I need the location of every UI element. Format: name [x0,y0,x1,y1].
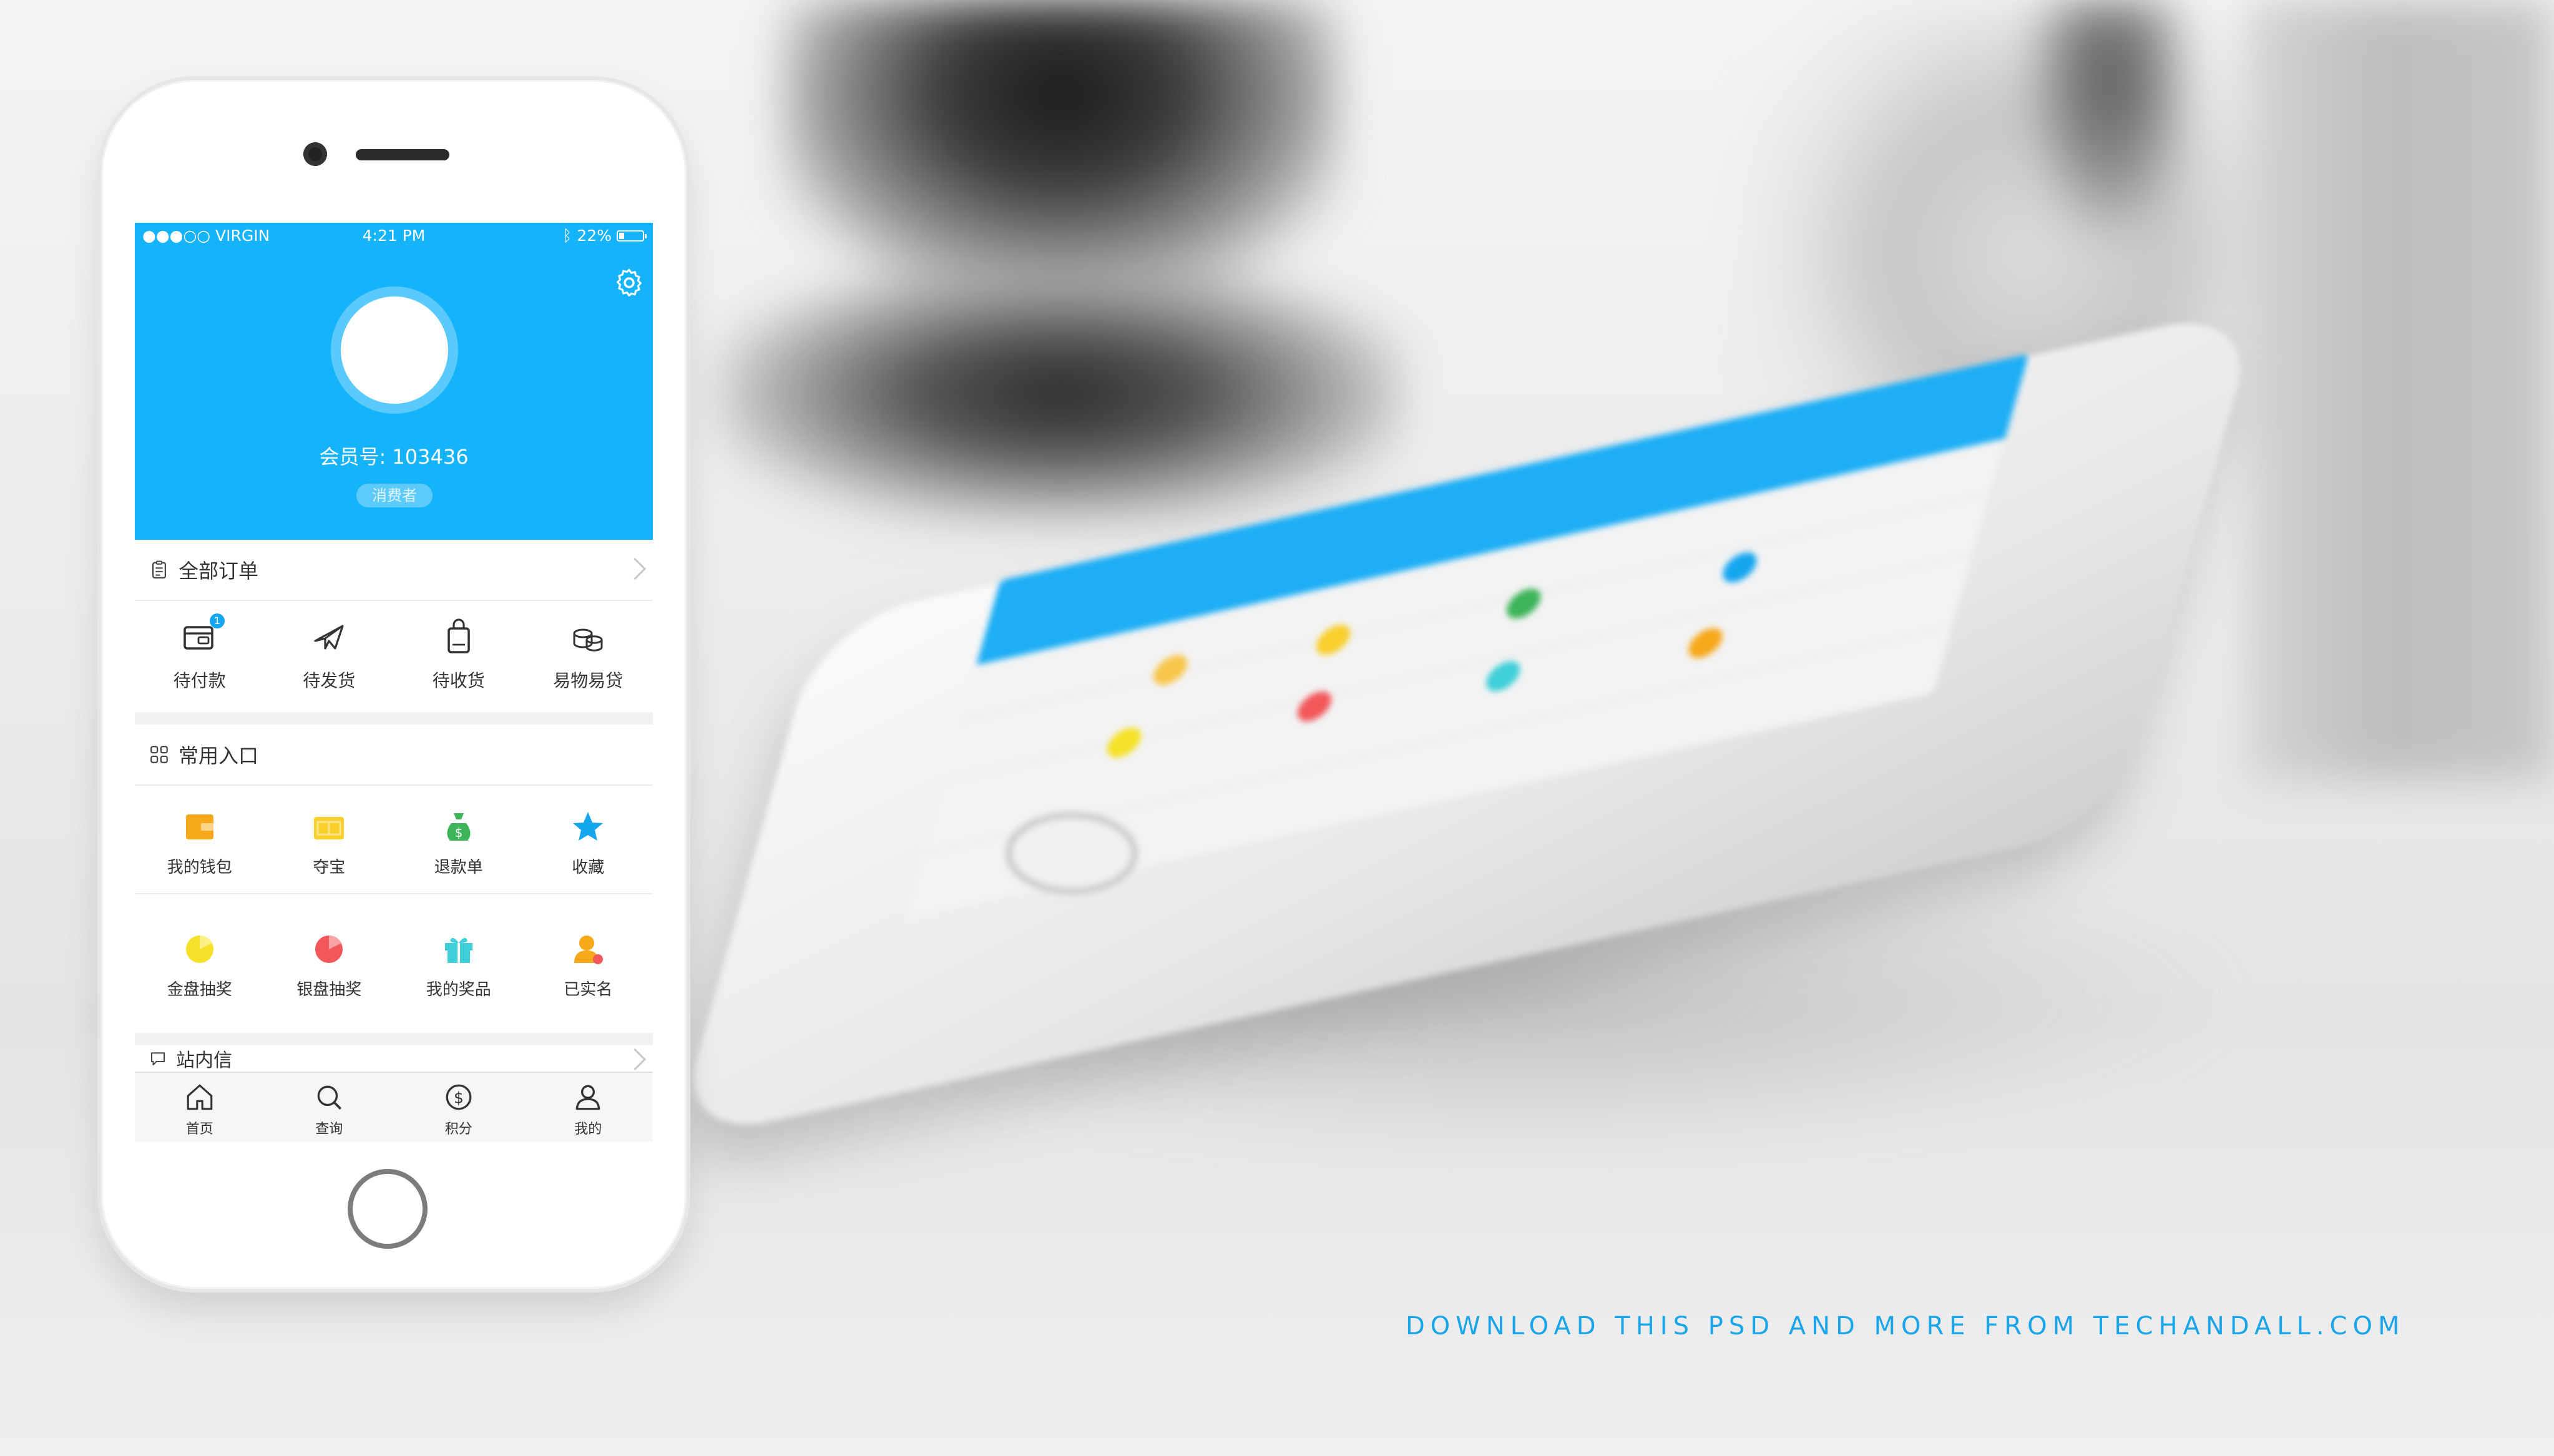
tab-label: 查询 [315,1121,343,1137]
promo-text[interactable]: DOWNLOAD THIS PSD AND MORE FROM TECHANDA… [1406,1312,2405,1341]
row-divider [135,893,653,894]
tab-label: 积分 [444,1121,472,1137]
battery-percent: 22% [577,227,612,245]
wallet-icon [185,814,213,839]
shortcut-favorites[interactable]: 收藏 [524,808,653,896]
shortcut-label: 已实名 [564,980,613,999]
search-icon [317,1085,342,1110]
bluetooth-icon: ᛒ [562,227,572,245]
shortcut-label: 我的奖品 [426,980,491,999]
site-messages-row[interactable]: 站内信 [135,1045,653,1072]
tab-points[interactable]: $ 积分 [394,1073,524,1141]
all-orders-row[interactable]: 全部订单 [135,540,653,601]
settings-gear-icon[interactable] [613,266,645,299]
battery-icon [617,230,647,242]
shortcuts-section: 常用入口 我的钱包 夺宝 $ 退款单 收藏 金盘抽奖 银盘抽奖 我的奖品 已实名 [135,725,653,1033]
star-icon [573,812,604,841]
shortcuts-title: 常用入口 [179,744,259,768]
shortcut-label: 金盘抽奖 [167,980,232,999]
tab-label: 首页 [185,1121,213,1137]
phone-mockup: ●●●○○ VIRGIN 4:21 PM ᛒ 22% 会员号: 103436 消… [101,80,687,1289]
background-stand-shadow [2028,0,2191,237]
background-phone [673,305,2261,1143]
coins-stack-icon [573,628,603,652]
shortcut-my-wallet[interactable]: 我的钱包 [135,808,265,896]
order-item-label: 待收货 [432,670,485,691]
shortcuts-row-1: 我的钱包 夺宝 $ 退款单 收藏 [135,786,653,896]
money-bag-icon: $ [447,813,471,841]
background-phone-home-button [1005,811,1138,895]
avatar[interactable] [341,296,448,404]
tab-mine[interactable]: 我的 [524,1073,653,1141]
chevron-right-icon [624,557,647,580]
background-vase [780,0,1342,300]
tab-label: 我的 [574,1121,602,1137]
tab-bar: 首页 查询 $ 积分 我的 [135,1072,653,1141]
user-icon [575,1085,600,1110]
treasure-icon [314,817,345,839]
order-item-label: 待发货 [303,670,356,691]
messages-section: 站内信 [135,1045,653,1072]
role-tag: 消费者 [356,484,433,507]
dollar-coin-icon: $ [446,1084,472,1110]
tab-home[interactable]: 首页 [135,1073,265,1141]
all-orders-title: 全部订单 [179,559,259,583]
shortcut-refund[interactable]: $ 退款单 [394,808,524,896]
gold-wheel-icon [185,935,213,963]
shopping-bag-icon [447,618,470,653]
order-pending-receipt[interactable]: 待收货 [394,618,524,692]
shortcut-gold-wheel[interactable]: 金盘抽奖 [135,931,265,1030]
chat-bubble-icon [151,1052,165,1065]
site-messages-title: 站内信 [176,1050,232,1072]
profile-header: ●●●○○ VIRGIN 4:21 PM ᛒ 22% 会员号: 103436 消… [135,223,653,540]
order-pending-payment[interactable]: 1 待付款 [135,613,265,692]
front-camera [303,142,327,166]
order-item-label: 易物易贷 [553,670,624,691]
app-screen: ●●●○○ VIRGIN 4:21 PM ᛒ 22% 会员号: 103436 消… [135,223,653,1141]
svg-text:$: $ [454,825,462,840]
order-pending-shipment[interactable]: 待发货 [265,618,394,692]
shortcut-verified[interactable]: 已实名 [524,931,653,1030]
orders-section: 全部订单 1 待付款 待发货 待收货 易物易贷 [135,540,653,712]
shortcut-label: 退款单 [434,858,483,877]
status-bar: ●●●○○ VIRGIN 4:21 PM ᛒ 22% [135,223,653,245]
tab-search[interactable]: 查询 [265,1073,394,1141]
clipboard-icon [152,560,167,579]
earpiece-speaker [356,149,449,160]
shortcuts-row-2: 金盘抽奖 银盘抽奖 我的奖品 已实名 [135,896,653,1030]
verified-user-icon [574,936,604,964]
grid-icon [150,746,168,763]
shortcuts-header: 常用入口 [135,725,653,786]
silver-wheel-icon [315,935,343,963]
member-id: 会员号: 103436 [319,445,469,469]
home-icon [187,1084,213,1110]
shortcut-label: 收藏 [572,858,605,877]
home-button[interactable] [348,1169,428,1249]
svg-text:$: $ [454,1088,464,1107]
shortcut-my-prizes[interactable]: 我的奖品 [394,931,524,1030]
shortcut-label: 夺宝 [313,858,346,877]
shortcut-label: 我的钱包 [167,858,232,877]
notification-badge: 1 [210,613,225,628]
chevron-right-icon [624,1048,647,1071]
background-block [2247,0,2554,780]
shortcut-treasure[interactable]: 夺宝 [265,808,394,896]
shortcut-silver-wheel[interactable]: 银盘抽奖 [265,931,394,1030]
shortcut-label: 银盘抽奖 [296,980,362,999]
gift-icon [444,937,472,963]
order-item-label: 待付款 [173,670,226,691]
order-barter-loan[interactable]: 易物易贷 [524,618,653,692]
airplane-icon [314,625,344,650]
